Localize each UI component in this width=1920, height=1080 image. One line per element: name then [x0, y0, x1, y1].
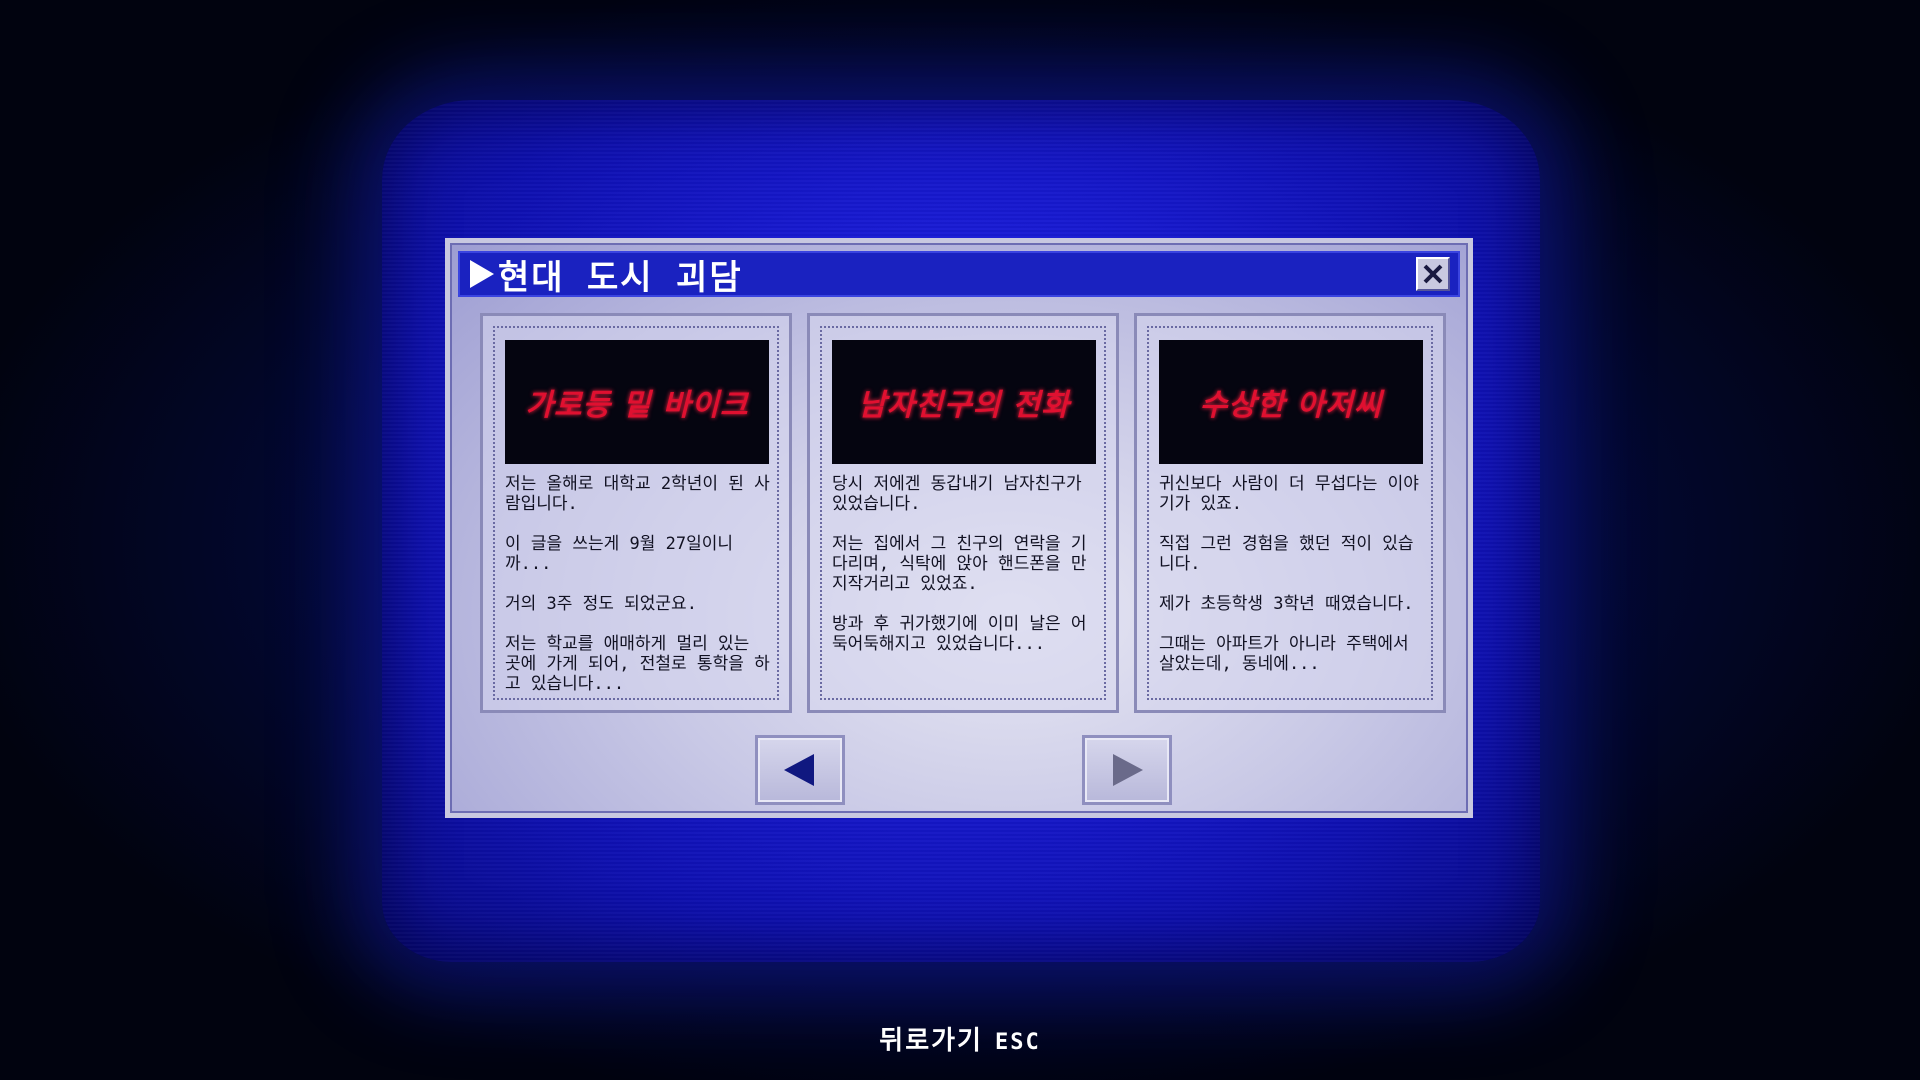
back-label: 뒤로가기	[879, 1026, 983, 1056]
close-icon	[1423, 264, 1443, 284]
story-card-thumbnail: 남자친구의 전화	[832, 340, 1096, 464]
window-titlebar: 현대 도시 괴담	[458, 251, 1460, 298]
window-title: 현대 도시 괴담	[498, 257, 743, 298]
story-select-window: 현대 도시 괴담 가로등 밑 바이크 저는 올해로 대학교 2학년이 된 사람입…	[445, 238, 1473, 818]
story-card-thumbnail: 가로등 밑 바이크	[505, 340, 769, 464]
prev-page-button[interactable]	[755, 735, 845, 805]
story-card-title: 남자친구의 전화	[858, 388, 1070, 423]
story-card-excerpt: 저는 올해로 대학교 2학년이 된 사람입니다. 이 글을 쓰는게 9월 27일…	[505, 474, 770, 692]
story-card[interactable]: 수상한 아저씨 귀신보다 사람이 더 무섭다는 이야기가 있죠. 직접 그런 경…	[1134, 313, 1446, 713]
story-card-thumbnail: 수상한 아저씨	[1159, 340, 1423, 464]
left-triangle-icon	[784, 754, 814, 786]
story-card-list: 가로등 밑 바이크 저는 올해로 대학교 2학년이 된 사람입니다. 이 글을 …	[480, 313, 1446, 713]
story-card[interactable]: 남자친구의 전화 당시 저에겐 동갑내기 남자친구가 있었습니다. 저는 집에서…	[807, 313, 1119, 713]
close-button[interactable]	[1416, 257, 1450, 291]
story-card-title: 수상한 아저씨	[1199, 388, 1383, 423]
game-screen: 현대 도시 괴담 가로등 밑 바이크 저는 올해로 대학교 2학년이 된 사람입…	[0, 0, 1920, 1080]
story-card-frame: 가로등 밑 바이크 저는 올해로 대학교 2학년이 된 사람입니다. 이 글을 …	[493, 326, 779, 700]
story-card[interactable]: 가로등 밑 바이크 저는 올해로 대학교 2학년이 된 사람입니다. 이 글을 …	[480, 313, 792, 713]
story-card-excerpt: 당시 저에겐 동갑내기 남자친구가 있었습니다. 저는 집에서 그 친구의 연락…	[832, 474, 1087, 654]
story-card-excerpt: 귀신보다 사람이 더 무섭다는 이야기가 있죠. 직접 그런 경험을 했던 적이…	[1159, 474, 1419, 674]
back-hint[interactable]: 뒤로가기 ESC	[0, 1020, 1920, 1057]
story-card-frame: 남자친구의 전화 당시 저에겐 동갑내기 남자친구가 있었습니다. 저는 집에서…	[820, 326, 1106, 700]
next-page-button[interactable]	[1082, 735, 1172, 805]
story-card-frame: 수상한 아저씨 귀신보다 사람이 더 무섭다는 이야기가 있죠. 직접 그런 경…	[1147, 326, 1433, 700]
back-key-label: ESC	[994, 1030, 1041, 1055]
play-triangle-icon	[470, 260, 494, 288]
story-card-title: 가로등 밑 바이크	[525, 388, 749, 423]
right-triangle-icon	[1113, 754, 1143, 786]
